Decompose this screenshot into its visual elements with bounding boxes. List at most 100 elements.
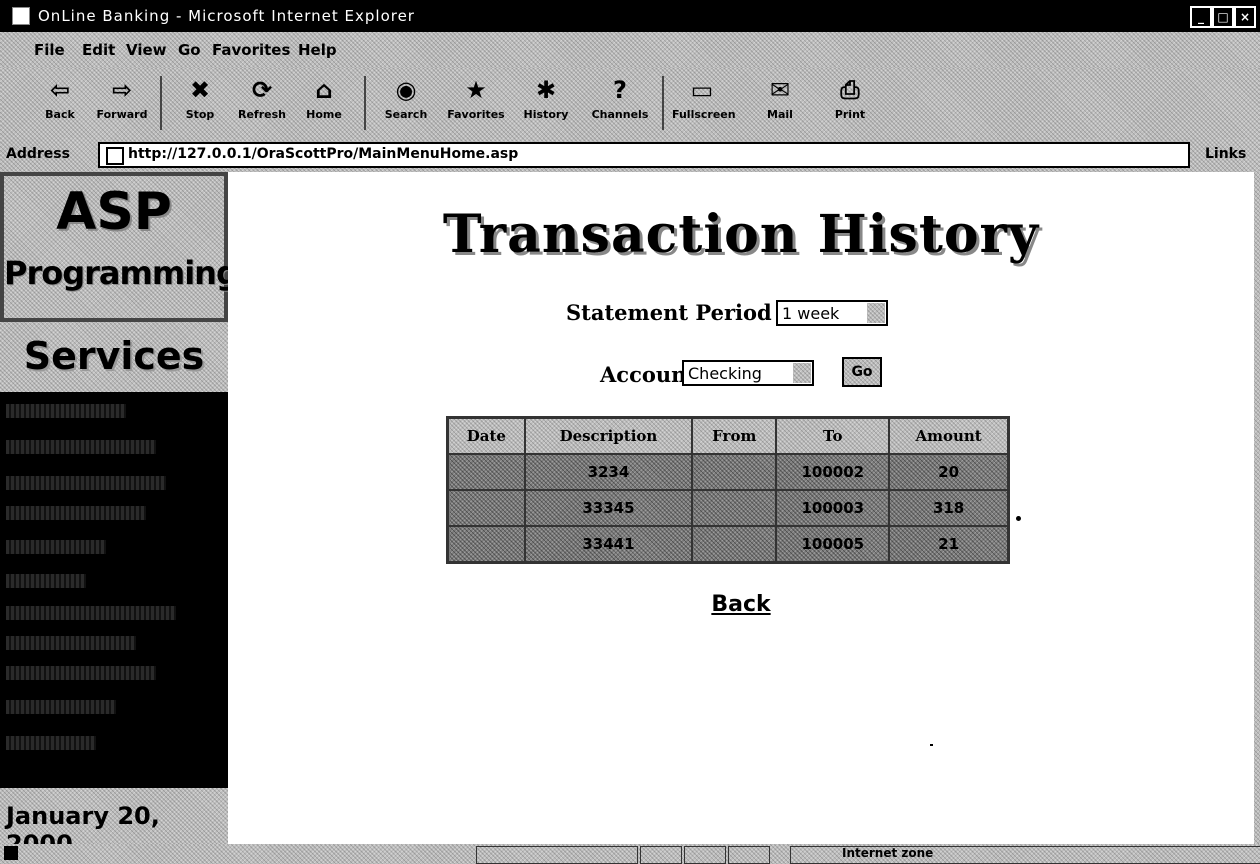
mail-button[interactable]: ✉ Mail xyxy=(750,74,810,132)
address-url[interactable]: http://127.0.0.1/OraScottPro/MainMenuHom… xyxy=(128,146,518,162)
sidebar-nav-item[interactable] xyxy=(6,436,186,458)
cell-from xyxy=(691,489,778,527)
print-icon: ⎙ xyxy=(840,76,860,104)
sidebar-nav-item[interactable] xyxy=(6,536,186,558)
date-panel: January 20, 2000 xyxy=(0,788,228,858)
table-row: 33345 100003 318 xyxy=(446,489,1010,527)
ie-app-icon[interactable] xyxy=(12,7,30,25)
page-icon xyxy=(106,147,124,165)
channels-icon: ? xyxy=(613,76,627,104)
col-description: Description xyxy=(523,416,694,455)
stop-button[interactable]: ✖ Stop xyxy=(170,74,230,132)
channels-button[interactable]: ? Channels xyxy=(590,74,650,132)
maximize-button[interactable]: □ xyxy=(1212,6,1234,28)
home-icon: ⌂ xyxy=(315,76,333,104)
col-from: From xyxy=(691,416,778,455)
address-bar: Address http://127.0.0.1/OraScottPro/Mai… xyxy=(0,138,1260,174)
chevron-down-icon[interactable] xyxy=(793,363,811,383)
menu-favorites[interactable]: Favorites xyxy=(212,41,290,59)
history-button-label: History xyxy=(523,108,569,121)
fullscreen-button[interactable]: ▭ Fullscreen xyxy=(672,74,736,132)
go-button[interactable]: Go xyxy=(842,357,882,387)
sidebar-nav-item[interactable] xyxy=(6,570,186,592)
menu-edit[interactable]: Edit xyxy=(82,41,115,59)
search-button[interactable]: ◉ Search xyxy=(376,74,436,132)
stop-icon: ✖ xyxy=(189,76,211,104)
col-to: To xyxy=(775,416,891,455)
cell-amount: 21 xyxy=(888,525,1010,564)
search-icon: ◉ xyxy=(395,76,417,104)
cell-description: 33441 xyxy=(523,525,694,564)
minimize-button[interactable]: _ xyxy=(1190,6,1212,28)
status-panel xyxy=(728,846,770,864)
cell-from xyxy=(691,453,778,491)
sidebar-nav-item[interactable] xyxy=(6,696,186,718)
links-button[interactable]: Links xyxy=(1205,146,1246,162)
address-label: Address xyxy=(6,146,70,162)
back-button-label: Back xyxy=(45,108,75,121)
statement-period-label: Statement Period xyxy=(566,300,772,325)
chevron-down-icon[interactable] xyxy=(867,303,885,323)
toolbar-separator xyxy=(662,76,664,130)
home-button[interactable]: ⌂ Home xyxy=(294,74,354,132)
sidebar-nav-item[interactable] xyxy=(6,502,186,524)
favorites-button[interactable]: ★ Favorites xyxy=(446,74,506,132)
menu-file[interactable]: File xyxy=(34,41,65,59)
back-link[interactable]: Back xyxy=(228,592,1254,617)
sidebar-nav-item[interactable] xyxy=(6,632,186,654)
menu-help[interactable]: Help xyxy=(298,41,337,59)
sidebar-nav-item[interactable] xyxy=(6,662,186,684)
statement-period-select[interactable]: 1 week xyxy=(776,300,888,326)
stop-button-label: Stop xyxy=(185,108,215,121)
page-icon xyxy=(4,846,18,860)
table-row: 3234 100002 20 xyxy=(446,453,1010,491)
cell-from xyxy=(691,525,778,564)
cell-amount: 20 xyxy=(888,453,1010,491)
forward-button[interactable]: ⇨ Forward xyxy=(92,74,152,132)
favorites-icon: ★ xyxy=(465,76,487,104)
col-date: Date xyxy=(446,416,526,455)
status-panel xyxy=(640,846,682,864)
col-amount: Amount xyxy=(888,416,1010,455)
status-panel xyxy=(476,846,638,864)
back-button[interactable]: ⇦ Back xyxy=(30,74,90,132)
back-arrow-icon: ⇦ xyxy=(49,76,71,104)
mail-button-label: Mail xyxy=(767,108,793,121)
main-content: Transaction History Statement Period 1 w… xyxy=(228,172,1254,844)
toolbar: ⇦ Back ⇨ Forward ✖ Stop ⟳ Refresh ⌂ Home… xyxy=(0,68,1260,140)
refresh-button[interactable]: ⟳ Refresh xyxy=(232,74,292,132)
print-button[interactable]: ⎙ Print xyxy=(820,74,880,132)
cell-to: 100003 xyxy=(775,489,891,527)
favorites-button-label: Favorites xyxy=(447,108,505,121)
refresh-icon: ⟳ xyxy=(251,76,273,104)
sidebar-nav-item[interactable] xyxy=(6,602,186,624)
mail-icon: ✉ xyxy=(769,76,791,104)
toolbar-separator xyxy=(160,76,162,130)
cell-date xyxy=(446,453,526,491)
account-select[interactable]: Checking xyxy=(682,360,814,386)
sidebar-nav-item[interactable] xyxy=(6,400,186,422)
page-title: Transaction History xyxy=(442,204,1040,265)
fullscreen-icon: ▭ xyxy=(690,76,714,104)
history-button[interactable]: ✱ History xyxy=(516,74,576,132)
cell-to: 100005 xyxy=(775,525,891,564)
logo-asp-text: ASP xyxy=(56,182,172,242)
print-button-label: Print xyxy=(834,108,866,121)
address-input[interactable]: http://127.0.0.1/OraScottPro/MainMenuHom… xyxy=(98,142,1190,168)
sidebar-nav-item[interactable] xyxy=(6,472,186,494)
cell-date xyxy=(446,525,526,564)
sidebar-nav-item[interactable] xyxy=(6,732,186,754)
logo-programming-text: Programming xyxy=(4,254,239,292)
statement-period-value: 1 week xyxy=(782,304,840,323)
toolbar-separator xyxy=(364,76,366,130)
status-bar: Internet zone xyxy=(0,844,1260,864)
stray-dot xyxy=(1016,516,1021,521)
cell-description: 3234 xyxy=(523,453,694,491)
menu-view[interactable]: View xyxy=(126,41,167,59)
window-edge xyxy=(1254,172,1260,844)
close-button[interactable]: × xyxy=(1234,6,1256,28)
forward-button-label: Forward xyxy=(96,108,148,121)
forward-arrow-icon: ⇨ xyxy=(111,76,133,104)
status-panel xyxy=(684,846,726,864)
menu-go[interactable]: Go xyxy=(178,41,201,59)
